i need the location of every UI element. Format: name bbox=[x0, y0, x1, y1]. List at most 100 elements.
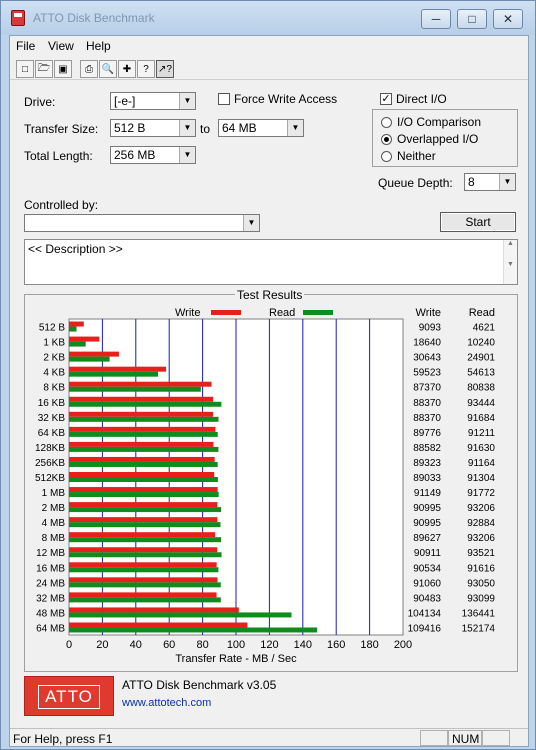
y-tick-label: 16 MB bbox=[36, 563, 65, 574]
new-file-icon[interactable]: □ bbox=[16, 60, 34, 78]
y-tick-label: 64 KB bbox=[38, 428, 66, 439]
write-bar bbox=[69, 351, 119, 357]
y-tick-label: 128KB bbox=[35, 443, 65, 454]
menu-view[interactable]: View bbox=[48, 39, 74, 53]
move-icon[interactable]: ✚ bbox=[118, 60, 136, 78]
start-button[interactable]: Start bbox=[440, 212, 516, 232]
read-value: 93206 bbox=[467, 533, 495, 544]
x-tick-label: 180 bbox=[360, 639, 378, 651]
queue-depth-select[interactable]: 8 ▼ bbox=[464, 173, 516, 191]
read-bar bbox=[69, 552, 222, 558]
read-value: 54613 bbox=[467, 368, 495, 379]
total-length-select[interactable]: 256 MB ▼ bbox=[110, 146, 196, 164]
read-bar bbox=[69, 386, 201, 392]
write-value: 9093 bbox=[419, 323, 442, 334]
menu-file[interactable]: File bbox=[16, 39, 35, 53]
write-column-header: Write bbox=[416, 307, 441, 319]
read-value: 24901 bbox=[467, 353, 495, 364]
read-value: 4621 bbox=[473, 323, 496, 334]
status-text: For Help, press F1 bbox=[13, 732, 113, 746]
x-tick-label: 20 bbox=[96, 639, 108, 651]
write-value: 18640 bbox=[413, 338, 441, 349]
write-value: 104134 bbox=[408, 608, 442, 619]
y-tick-label: 32 KB bbox=[38, 413, 66, 424]
write-value: 91149 bbox=[414, 488, 442, 499]
write-value: 90911 bbox=[414, 548, 442, 559]
y-tick-label: 64 MB bbox=[36, 623, 65, 634]
read-value: 93206 bbox=[467, 503, 495, 514]
y-tick-label: 8 MB bbox=[42, 533, 66, 544]
status-pane-3 bbox=[482, 730, 510, 746]
read-value: 91211 bbox=[468, 428, 496, 439]
io-comparison-label: I/O Comparison bbox=[397, 115, 482, 129]
y-tick-label: 8 KB bbox=[43, 383, 65, 394]
legend-write-swatch bbox=[211, 310, 241, 315]
minimize-button[interactable]: ─ bbox=[421, 9, 451, 29]
y-tick-label: 48 MB bbox=[36, 608, 65, 619]
read-bar bbox=[69, 627, 318, 633]
description-scrollbar[interactable]: ▲ ▼ bbox=[503, 240, 517, 284]
write-value: 91060 bbox=[413, 578, 441, 589]
direct-io-checkbox[interactable]: ✓ bbox=[380, 93, 392, 105]
read-value: 93444 bbox=[467, 398, 495, 409]
read-bar bbox=[69, 446, 219, 452]
chevron-down-icon: ▼ bbox=[179, 147, 195, 163]
read-bar bbox=[69, 597, 221, 603]
results-chart: 0 20 40 60 80 100 120 140 160 180 200 Transfer Rate… bbox=[35, 307, 496, 665]
neither-radio[interactable] bbox=[381, 151, 392, 162]
controlled-by-select[interactable]: ▼ bbox=[24, 214, 260, 232]
force-write-checkbox[interactable] bbox=[218, 93, 230, 105]
write-bar bbox=[69, 577, 218, 583]
write-value: 89323 bbox=[413, 458, 441, 469]
y-tick-label: 1 MB bbox=[42, 488, 66, 499]
website-link[interactable]: www.attotech.com bbox=[122, 697, 211, 709]
write-bar bbox=[69, 411, 214, 417]
write-bar bbox=[69, 441, 214, 447]
context-help-icon[interactable]: ↗? bbox=[156, 60, 174, 78]
write-value: 90995 bbox=[413, 503, 441, 514]
print-preview-icon[interactable]: 🔍 bbox=[99, 60, 117, 78]
overlapped-io-radio[interactable] bbox=[381, 134, 392, 145]
write-bar bbox=[69, 396, 214, 402]
read-value: 91684 bbox=[467, 413, 495, 424]
drive-select[interactable]: [-e-] ▼ bbox=[110, 92, 196, 110]
total-length-label: Total Length: bbox=[24, 149, 93, 163]
write-bar bbox=[69, 321, 84, 327]
write-bar bbox=[69, 456, 215, 462]
open-folder-icon[interactable]: 🗁 bbox=[35, 60, 53, 78]
read-bar bbox=[69, 356, 110, 362]
write-bar bbox=[69, 336, 100, 342]
io-comparison-radio[interactable] bbox=[381, 117, 392, 128]
status-bar: For Help, press F1 NUM bbox=[10, 728, 528, 746]
write-bar bbox=[69, 622, 248, 628]
y-tick-label: 4 MB bbox=[42, 518, 66, 529]
read-bar bbox=[69, 507, 222, 513]
maximize-button[interactable]: □ bbox=[457, 9, 487, 29]
description-field[interactable]: << Description >> ▲ ▼ bbox=[24, 239, 518, 285]
window-title: ATTO Disk Benchmark bbox=[33, 11, 155, 25]
chevron-down-icon: ▼ bbox=[243, 215, 259, 231]
transfer-size-from-select[interactable]: 512 B ▼ bbox=[110, 119, 196, 137]
y-tick-label: 512KB bbox=[35, 473, 65, 484]
print-icon[interactable]: ⎙ bbox=[80, 60, 98, 78]
transfer-size-to-select[interactable]: 64 MB ▼ bbox=[218, 119, 304, 137]
close-button[interactable]: ✕ bbox=[493, 9, 523, 29]
save-icon[interactable]: ▣ bbox=[54, 60, 72, 78]
help-icon[interactable]: ? bbox=[137, 60, 155, 78]
title-bar[interactable]: ATTO Disk Benchmark ─ □ ✕ bbox=[1, 1, 535, 35]
x-tick-label: 200 bbox=[394, 639, 412, 651]
read-value: 93521 bbox=[467, 548, 495, 559]
to-label: to bbox=[200, 122, 211, 136]
num-lock-indicator: NUM bbox=[448, 730, 482, 746]
read-bar bbox=[69, 371, 159, 377]
y-tick-label: 2 MB bbox=[42, 503, 66, 514]
write-value: 30643 bbox=[413, 353, 441, 364]
write-bar bbox=[69, 607, 239, 613]
write-value: 89627 bbox=[413, 533, 441, 544]
write-bar bbox=[69, 426, 216, 432]
read-value: 136441 bbox=[462, 608, 496, 619]
write-bar bbox=[69, 562, 217, 568]
transfer-size-label: Transfer Size: bbox=[24, 122, 99, 136]
read-column-header: Read bbox=[469, 307, 495, 319]
menu-help[interactable]: Help bbox=[86, 39, 111, 53]
